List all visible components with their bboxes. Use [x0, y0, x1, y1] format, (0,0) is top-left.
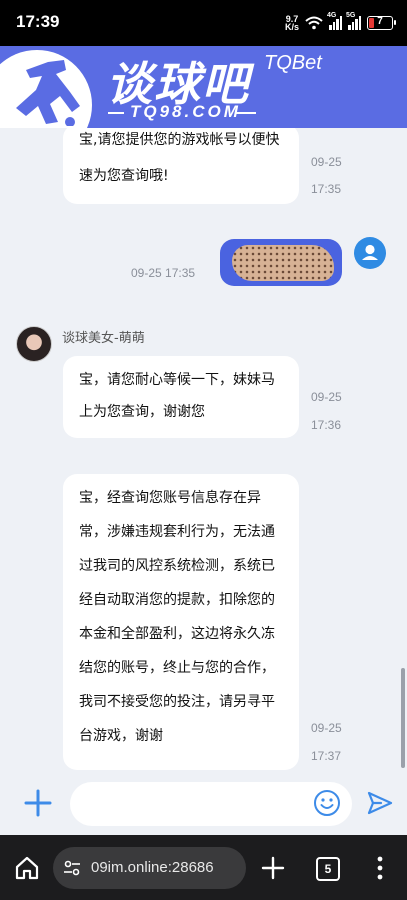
- message-date: 09-25: [311, 721, 342, 735]
- message-time: 17:36: [311, 418, 342, 432]
- new-tab-plus-icon[interactable]: [259, 854, 287, 882]
- plus-icon[interactable]: [22, 787, 54, 819]
- message-time: 17:37: [311, 749, 342, 763]
- wifi-icon: [305, 16, 323, 30]
- message-line: 本金和全部盈利，这边将永久冻: [79, 626, 275, 642]
- chat-messages[interactable]: 宝,请您提供您的游戏帐号以便快 速为您查询哦! 09-25 17:35 09-2…: [0, 128, 407, 773]
- message-time: 17:35: [311, 182, 342, 196]
- tab-switcher-button[interactable]: 5: [316, 857, 340, 881]
- send-icon[interactable]: [366, 789, 394, 817]
- message-line: 上为您查询，谢谢您: [79, 404, 205, 420]
- message-date: 09-25: [311, 390, 342, 404]
- net-speed-unit: K/s: [284, 22, 299, 32]
- message-line: 我司不接受您的投注，请另寻平: [79, 694, 275, 710]
- status-icons: 9.7 K/s 4G 5G 7: [284, 12, 396, 33]
- net-speed: 9.7 K/s: [284, 15, 299, 32]
- message-line: 结您的账号，终止与您的合作，: [79, 660, 275, 676]
- player-logo-icon: [16, 60, 80, 126]
- sent-message-bubble: [220, 239, 342, 286]
- message-bubble: 宝，请您耐心等候一下，妹妹马 上为您查询，谢谢您: [63, 356, 299, 438]
- message-line: 宝，请您耐心等候一下，妹妹马: [79, 372, 275, 388]
- person-icon: [362, 244, 378, 260]
- message-line: 过我司的风控系统检测，系统已: [79, 558, 275, 574]
- message-line: 常，涉嫌违规套利行为，无法通: [79, 524, 275, 540]
- browser-toolbar: 09im.online:28686 5: [0, 835, 407, 900]
- domain-line-left: [108, 112, 124, 114]
- brand-domain: TQ98.COM: [130, 102, 241, 121]
- message-line: 宝，经查询您账号信息存在异: [79, 490, 261, 506]
- battery-icon: 7: [367, 16, 396, 30]
- home-icon[interactable]: [14, 855, 40, 881]
- more-vertical-icon[interactable]: [372, 855, 388, 881]
- address-bar[interactable]: 09im.online:28686: [53, 847, 246, 889]
- tune-icon[interactable]: [63, 859, 81, 877]
- address-url: 09im.online:28686: [91, 859, 214, 876]
- message-line: 宝,请您提供您的游戏帐号以便快: [79, 132, 280, 148]
- message-line: 台游戏，谢谢: [79, 728, 163, 744]
- domain-line-right: [236, 112, 256, 114]
- agent-avatar[interactable]: [16, 326, 52, 362]
- redaction-mask: [232, 245, 334, 281]
- message-line: 经自动取消您的提款，扣除您的: [79, 592, 275, 608]
- battery-level: 7: [377, 16, 383, 27]
- emoji-icon[interactable]: [313, 789, 341, 817]
- message-line: 速为您查询哦!: [79, 168, 169, 184]
- message-bubble: 宝，经查询您账号信息存在异 常，涉嫌违规套利行为，无法通 过我司的风控系统检测，…: [63, 474, 299, 770]
- message-bubble: 宝,请您提供您的游戏帐号以便快 速为您查询哦!: [63, 128, 299, 204]
- message-date: 09-25: [311, 155, 342, 169]
- status-bar: 17:39 9.7 K/s 4G 5G 7: [0, 0, 407, 46]
- signal-5g-icon: 5G: [346, 12, 361, 30]
- sent-timestamp: 09-25 17:35: [131, 266, 196, 280]
- user-avatar[interactable]: [354, 237, 386, 269]
- signal-5g-label: 5G: [346, 12, 356, 19]
- brand-english: TQBet: [264, 52, 322, 74]
- message-input-bar: [0, 773, 407, 835]
- brand-header: 谈球吧 TQBet TQ98.COM: [0, 46, 407, 128]
- status-time: 17:39: [16, 12, 60, 31]
- signal-4g-label: 4G: [327, 12, 337, 19]
- sender-name: 谈球美女-萌萌: [62, 331, 145, 346]
- message-input[interactable]: [70, 782, 352, 826]
- signal-4g-icon: 4G: [327, 12, 342, 30]
- scrollbar-thumb[interactable]: [401, 668, 405, 768]
